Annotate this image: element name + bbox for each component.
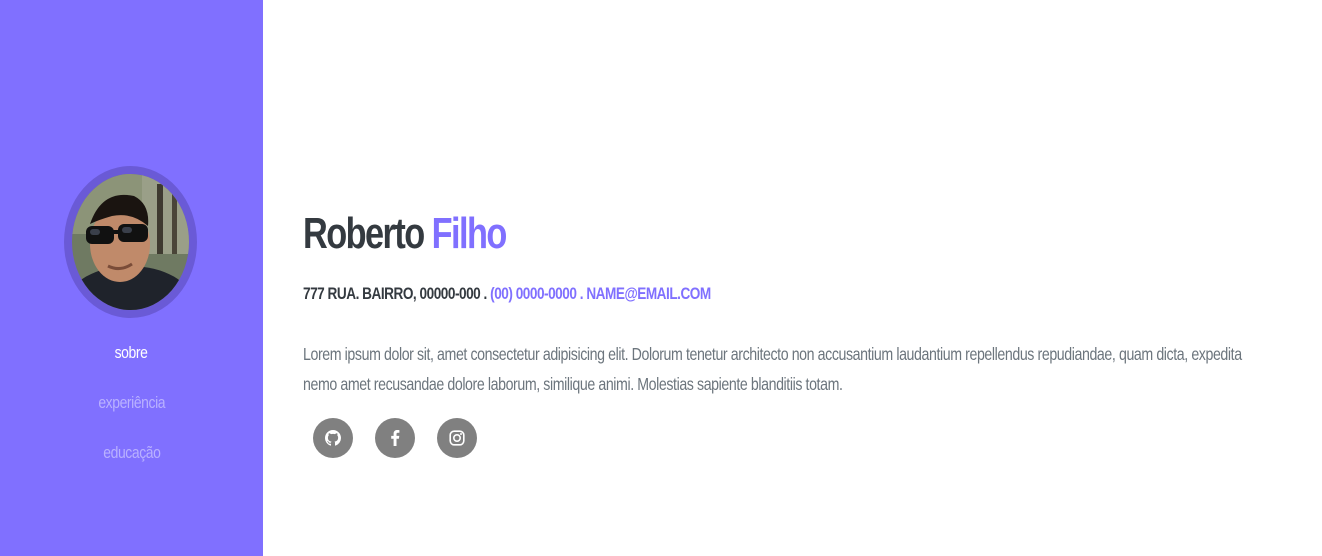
email-link[interactable]: name@email.com — [586, 284, 711, 303]
page: sobre experiência educação Roberto Filho… — [0, 0, 1322, 556]
nav-item-educacao: educação — [0, 438, 263, 488]
instagram-icon — [449, 430, 465, 446]
nav-item-sobre: sobre — [0, 338, 263, 388]
facebook-icon — [391, 430, 400, 446]
first-name: Roberto — [303, 209, 425, 258]
address: 777 Rua. Bairro, 00000-000 . — [303, 284, 487, 303]
nav-link-educacao[interactable]: educação — [103, 438, 161, 468]
sidebar-nav: sobre experiência educação — [0, 338, 263, 488]
phone-link[interactable]: (00) 0000-0000 — [490, 284, 577, 303]
avatar-photo — [72, 174, 189, 310]
contact-line: 777 Rua. Bairro, 00000-000 . (00) 0000-0… — [303, 282, 711, 306]
nav-item-experiencia: experiência — [0, 388, 263, 438]
page-title: Roberto Filho — [303, 204, 508, 264]
nav-link-sobre[interactable]: sobre — [115, 338, 148, 368]
github-button[interactable] — [313, 418, 353, 458]
facebook-button[interactable] — [375, 418, 415, 458]
sidebar: sobre experiência educação — [0, 0, 263, 556]
instagram-button[interactable] — [437, 418, 477, 458]
contact-separator: . — [579, 284, 584, 303]
avatar — [72, 174, 189, 310]
avatar-ring — [64, 166, 197, 318]
github-icon — [325, 430, 341, 446]
last-name: Filho — [431, 209, 508, 258]
social-icons — [313, 418, 477, 458]
about-text: Lorem ipsum dolor sit, amet consectetur … — [303, 344, 1242, 394]
nav-link-experiencia[interactable]: experiência — [98, 388, 165, 418]
